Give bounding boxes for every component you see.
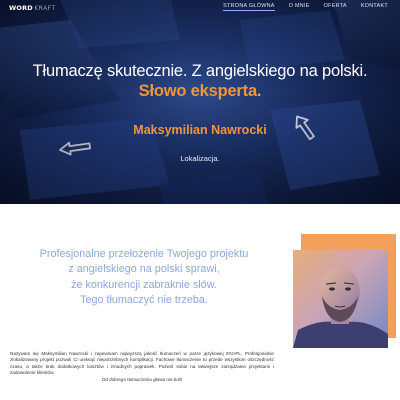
nav-item-home[interactable]: STRONA GŁÓWNA (223, 3, 275, 11)
wordkraft-logo[interactable]: WORD KRAFT (9, 3, 55, 12)
hero-headline: Tłumaczę skutecznie. Z angielskiego na p… (32, 62, 368, 80)
top-navigation: WORD KRAFT STRONA GŁÓWNA O MNIE OFERTA K… (0, 0, 400, 14)
intro-line: Profesjonalne przełożenie Twojego projek… (39, 248, 249, 260)
nav-item-about[interactable]: O MNIE (289, 3, 310, 11)
about-paragraph: Nazywam się Maksymilian Nawrocki i zapew… (10, 351, 274, 376)
hero-subtitle: Lokalizacja. (180, 154, 220, 163)
nav-item-offer[interactable]: OFERTA (324, 3, 347, 11)
hero-section: WORD KRAFT STRONA GŁÓWNA O MNIE OFERTA K… (0, 0, 400, 204)
logo-kraft: KRAFT (33, 3, 56, 12)
nav-item-contact[interactable]: KONTAKT (361, 3, 388, 11)
portrait-photo (293, 234, 396, 348)
keyboard-background-image (0, 0, 400, 204)
intro-lead-text: Profesjonalne przełożenie Twojego projek… (18, 247, 270, 309)
hero-tagline: Słowo eksperta. (138, 82, 262, 100)
hero-name: Maksymilian Nawrocki (133, 123, 267, 137)
nav-menu: STRONA GŁÓWNA O MNIE OFERTA KONTAKT (223, 3, 388, 11)
about-closing: Od dobrego tłumaczenia głowa nie boli! (101, 376, 183, 382)
logo-word: WORD (9, 3, 33, 12)
intro-line: że konkurencji zabraknie słów. (71, 278, 217, 291)
intro-line: Tego tłumaczyć nie trzeba. (80, 294, 208, 307)
portrait-image (293, 250, 388, 348)
about-paragraph-block: Nazywam się Maksymilian Nawrocki i zapew… (10, 351, 274, 383)
intro-line: z angielskiego na polski sprawi, (68, 263, 220, 276)
